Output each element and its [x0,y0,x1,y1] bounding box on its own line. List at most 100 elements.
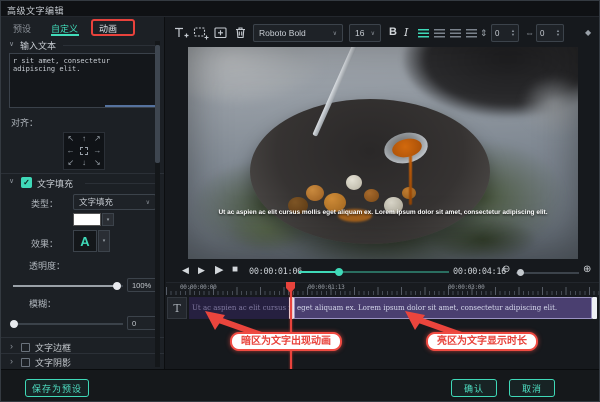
opacity-slider-handle[interactable] [113,282,121,290]
panel-divider [164,17,165,369]
letter-spacing-icon[interactable]: ⇔ [525,28,534,38]
chevron-down-icon: ∨ [371,30,375,37]
annotation-highlight-box [91,19,135,36]
input-section-title: 输入文本 [20,39,56,52]
zoom-out-icon[interactable]: ⊖ [502,265,510,275]
align-bottom-icon[interactable]: ↓ [77,157,90,169]
text-input-area[interactable]: r sit amet, consectetur adipiscing elit. [9,53,156,108]
letter-spacing-value: 0 [540,29,544,38]
callout-dark-region: 暗区为文字出现动画 [230,332,342,351]
add-textbox-icon[interactable] [193,25,209,41]
align-label: 对齐： [11,116,38,129]
save-preset-button[interactable]: 保存为预设 [25,379,89,397]
chevron-right-icon[interactable]: › [10,356,13,366]
chevron-down-icon[interactable]: ∨ [9,177,14,185]
align-center-icon[interactable] [77,145,90,157]
trash-icon[interactable] [233,25,249,41]
title-bar [1,1,600,17]
line-spacing-icon[interactable]: ⇕ [480,28,488,39]
ruler-label: 00:00:00:00 [180,284,216,291]
align-justify-button[interactable] [466,29,477,38]
divider [63,45,155,46]
divider [1,353,164,354]
timeline-zoom-handle[interactable] [517,269,524,276]
clip-right-handle[interactable] [592,297,597,319]
blur-value[interactable]: 0 [127,316,157,330]
next-frame-button[interactable]: ▶ [198,266,205,275]
fill-color-swatch[interactable] [73,213,101,226]
text-overlay[interactable]: Ut ac aspien ac elit cursus mollis eget … [188,209,578,216]
callout-bright-region: 亮区为文字显示时长 [426,332,538,351]
text-border-checkbox[interactable] [21,343,30,352]
ruler-label: 00:00:01:13 [308,284,344,291]
timeline-ruler[interactable]: 00:00:00:00 00:00:01:13 00:00:03:00 [166,282,600,295]
save-style-icon[interactable] [213,25,229,41]
center-box-icon [80,147,88,155]
video-preview: Ut ac aspien ac elit cursus mollis eget … [188,47,578,259]
blur-slider-handle[interactable] [10,320,18,328]
confirm-button[interactable]: 确认 [451,379,497,397]
tab-preset[interactable]: 预设 [13,22,31,35]
line-spacing-value: 0 [495,29,499,38]
chevron-down-icon[interactable]: ∨ [9,40,14,48]
effect-dropdown-button[interactable]: ▾ [98,230,110,252]
align-center-button[interactable] [434,29,445,38]
opacity-slider-fill [13,285,117,287]
align-left-button[interactable] [418,29,429,38]
advanced-text-edit-dialog: 高级文字编辑 预设 自定义 动画 ∨ 输入文本 r sit amet, cons… [0,0,600,402]
blur-label: 模糊： [29,297,56,310]
fill-type-select[interactable]: 文字填充 ∨ [73,194,156,210]
text-track-icon: T [167,297,187,319]
align-right-button[interactable] [450,29,461,38]
align-left-icon[interactable]: ← [64,145,77,157]
effect-swatch[interactable]: A [73,230,97,252]
chevron-down-icon: ▾ [103,238,106,244]
dialog-title: 高级文字编辑 [7,4,64,17]
divider [1,337,164,338]
chevron-down-icon: ▾ [107,217,110,223]
blur-slider-track[interactable] [13,323,123,325]
letter-spacing-spinner[interactable]: 0 ▲▼ [536,24,564,42]
text-fill-checkbox[interactable]: ✓ [21,177,32,188]
diamond-icon[interactable]: ◆ [585,28,591,37]
align-top-icon[interactable]: ↑ [77,133,90,145]
timeline-zoom-track[interactable] [516,272,579,274]
align-right-icon[interactable]: → [91,145,104,157]
opacity-value[interactable]: 100% [127,278,157,292]
align-top-right-icon[interactable]: ↗ [91,133,104,145]
spin-down-icon[interactable]: ▼ [511,33,515,37]
align-bottom-right-icon[interactable]: ↘ [91,157,104,169]
opacity-label: 透明度： [29,259,65,272]
line-spacing-spinner[interactable]: 0 ▲▼ [491,24,519,42]
panel-scrollbar-thumb[interactable] [155,45,160,163]
progress-handle[interactable] [335,268,343,276]
text-fill-title: 文字填充 [37,177,73,190]
add-text-icon[interactable] [173,25,189,41]
progress-bar-fill [299,271,339,273]
zoom-in-icon[interactable]: ⊕ [583,265,591,275]
color-dropdown-button[interactable]: ▾ [102,213,114,226]
progress-bar-track[interactable] [339,271,449,273]
italic-button[interactable]: I [404,26,408,39]
type-label: 类型： [31,197,58,210]
spin-down-icon[interactable]: ▼ [556,33,560,37]
font-family-select[interactable]: Roboto Bold ∨ [253,24,343,42]
align-top-left-icon[interactable]: ↖ [64,133,77,145]
play-button[interactable]: ▶ [215,265,223,276]
text-shadow-checkbox[interactable] [21,358,30,367]
previous-frame-button[interactable]: ◀ [182,266,189,275]
chevron-down-icon: ∨ [333,30,337,37]
font-family-value: Roboto Bold [259,28,306,38]
stop-button[interactable]: ■ [232,265,238,275]
font-size-select[interactable]: 16 ∨ [349,24,381,42]
bold-button[interactable]: B [389,26,397,38]
chevron-down-icon: ∨ [146,199,150,206]
ruler-label: 00:00:03:00 [448,284,484,291]
divider [1,173,164,174]
chevron-right-icon[interactable]: › [10,341,13,351]
cancel-button[interactable]: 取消 [509,379,555,397]
textarea-scrollbar[interactable] [105,105,155,107]
align-bottom-left-icon[interactable]: ↙ [64,157,77,169]
fill-type-value: 文字填充 [79,196,113,208]
text-shadow-title[interactable]: 文字阴影 [35,356,71,369]
